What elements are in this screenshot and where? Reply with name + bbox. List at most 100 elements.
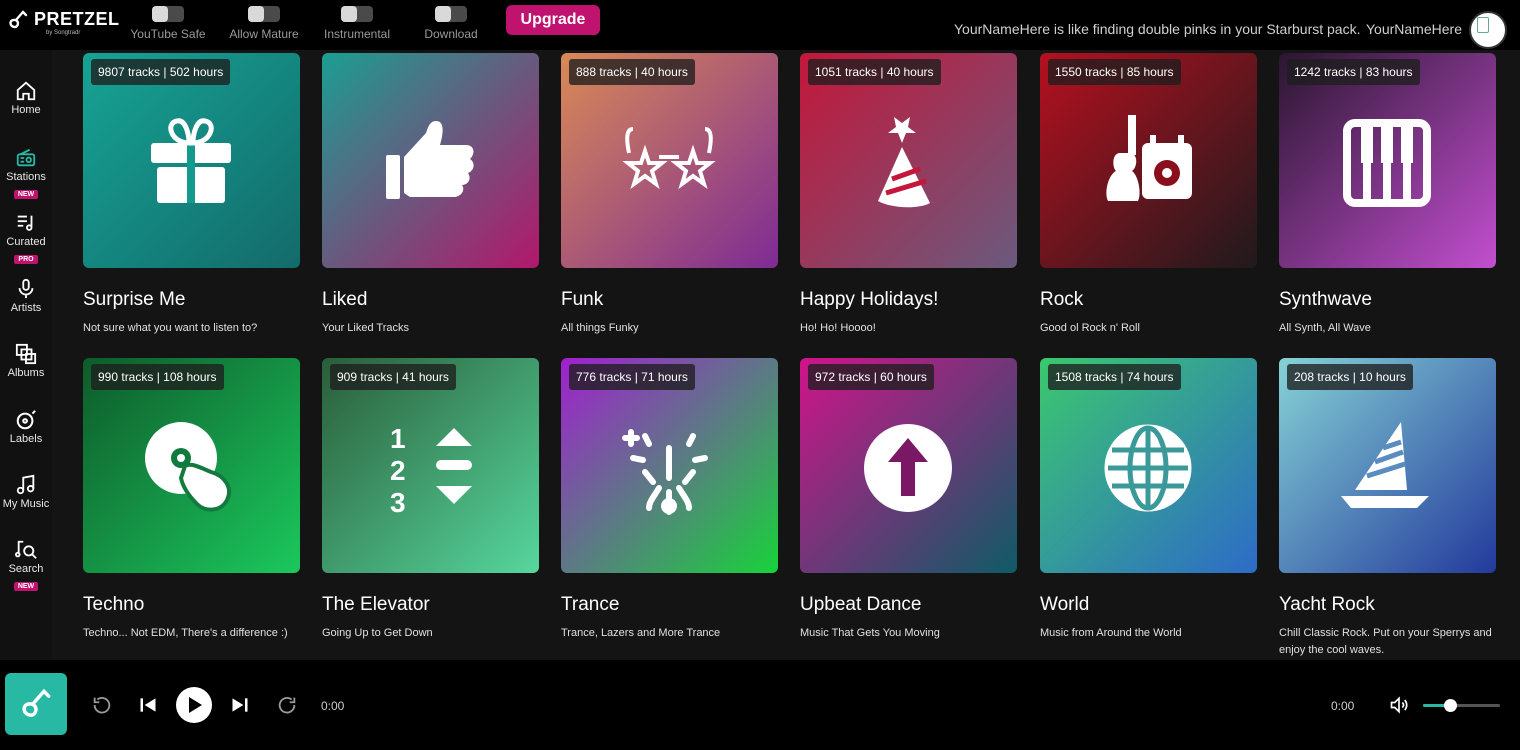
station-stats: 990 tracks | 108 hours xyxy=(91,364,224,390)
station-title: Upbeat Dance xyxy=(800,594,922,615)
station-card[interactable]: 990 tracks | 108 hours Techno Techno... … xyxy=(83,358,300,642)
station-title: Happy Holidays! xyxy=(800,289,939,310)
toggle-switch[interactable] xyxy=(248,6,280,22)
sidebar-item-label: Albums xyxy=(7,367,45,379)
username[interactable]: YourNameHere xyxy=(1366,21,1462,37)
station-title: The Elevator xyxy=(322,594,430,615)
volume-icon[interactable] xyxy=(1388,695,1410,715)
svg-text:1: 1 xyxy=(390,423,406,454)
guitar-amp-icon xyxy=(1106,115,1192,201)
station-stats: 909 tracks | 41 hours xyxy=(330,364,456,390)
station-tile[interactable]: 990 tracks | 108 hours xyxy=(83,358,300,573)
station-tile[interactable]: 1242 tracks | 83 hours xyxy=(1279,53,1496,268)
station-tile[interactable]: 1508 tracks | 74 hours xyxy=(1040,358,1257,573)
station-title: Trance xyxy=(561,594,620,615)
volume-slider[interactable] xyxy=(1423,699,1500,712)
download-toggle[interactable]: Download xyxy=(413,6,489,41)
station-stats: 9807 tracks | 502 hours xyxy=(91,59,231,85)
next-track-icon[interactable] xyxy=(229,695,251,715)
station-subtitle: Chill Classic Rock. Put on your Sperrys … xyxy=(1279,627,1492,656)
station-title: Surprise Me xyxy=(83,289,186,310)
sidebar-item-my-music[interactable]: My Music xyxy=(0,474,52,510)
sidebar-item-stations[interactable]: Stations NEW xyxy=(0,147,52,201)
pretzel-logo-icon xyxy=(22,688,51,717)
station-tile[interactable]: 208 tracks | 10 hours xyxy=(1279,358,1496,573)
sidebar-item-label: Search xyxy=(8,563,44,575)
header-message: YourNameHere is like finding double pink… xyxy=(954,21,1361,37)
sidebar-item-search[interactable]: Search NEW xyxy=(0,539,52,593)
new-badge: NEW xyxy=(13,582,39,591)
station-card[interactable]: 1508 tracks | 74 hours World Music from … xyxy=(1040,358,1257,642)
sidebar-item-curated[interactable]: Curated PRO xyxy=(0,212,52,266)
instrumental-toggle[interactable]: Instrumental xyxy=(319,6,395,41)
sidebar: Home Stations NEW Curated PRO Artists Al… xyxy=(0,50,52,660)
play-button[interactable] xyxy=(176,687,212,723)
sailboat-icon xyxy=(1341,422,1429,508)
station-subtitle: Music That Gets You Moving xyxy=(800,627,940,639)
station-card[interactable]: 9807 tracks | 502 hours Surprise Me Not … xyxy=(83,53,300,337)
now-playing-art[interactable] xyxy=(5,673,67,735)
toggle-switch[interactable] xyxy=(152,6,184,22)
pretzel-logo[interactable]: PRETZEL by Songtradr xyxy=(6,6,119,40)
station-tile[interactable]: 9807 tracks | 502 hours xyxy=(83,53,300,268)
station-subtitle: All things Funky xyxy=(561,322,639,334)
station-stats: 888 tracks | 40 hours xyxy=(569,59,695,85)
arrow-up-circle-icon xyxy=(864,424,952,512)
playlist-icon xyxy=(17,215,33,231)
station-card[interactable]: 1242 tracks | 83 hours Synthwave All Syn… xyxy=(1279,53,1496,337)
sidebar-item-label: My Music xyxy=(2,498,50,510)
station-tile[interactable]: 888 tracks | 40 hours xyxy=(561,53,778,268)
brand-name: PRETZEL xyxy=(34,9,120,29)
keyboard-icon xyxy=(1343,119,1431,207)
station-card[interactable]: 208 tracks | 10 hours Yacht Rock Chill C… xyxy=(1279,358,1496,659)
skip-forward-icon[interactable] xyxy=(276,694,298,716)
thumbs-up-icon xyxy=(386,121,474,199)
svg-text:2: 2 xyxy=(390,455,406,486)
station-card[interactable]: 888 tracks | 40 hours Funk All things Fu… xyxy=(561,53,778,337)
home-icon xyxy=(16,81,36,101)
upgrade-button[interactable]: Upgrade xyxy=(506,5,600,35)
station-title: Liked xyxy=(322,289,368,310)
sidebar-item-labels[interactable]: Labels xyxy=(0,409,52,445)
station-card[interactable]: 776 tracks | 71 hours Trance Trance, Laz… xyxy=(561,358,778,642)
station-title: Yacht Rock xyxy=(1279,594,1375,615)
station-card[interactable]: 1051 tracks | 40 hours Happy Holidays! H… xyxy=(800,53,1017,337)
replay-icon[interactable] xyxy=(91,694,113,716)
station-stats: 1051 tracks | 40 hours xyxy=(808,59,941,85)
station-subtitle: Your Liked Tracks xyxy=(322,322,410,334)
dj-disc-icon xyxy=(145,422,231,512)
toggle-label: YouTube Safe xyxy=(130,27,206,41)
sidebar-item-albums[interactable]: Albums xyxy=(0,343,52,379)
sidebar-item-label: Home xyxy=(11,104,41,116)
elapsed-time: 0:00 xyxy=(321,699,345,713)
toggle-label: Instrumental xyxy=(323,27,391,41)
sidebar-item-label: Artists xyxy=(10,302,42,314)
globe-icon xyxy=(1104,424,1192,512)
youtube-safe-toggle[interactable]: YouTube Safe xyxy=(130,6,206,41)
previous-track-icon[interactable] xyxy=(137,695,159,715)
radio-icon xyxy=(16,148,36,167)
station-subtitle: Good ol Rock n' Roll xyxy=(1040,322,1140,334)
station-tile[interactable] xyxy=(322,53,539,268)
avatar[interactable] xyxy=(1469,11,1507,49)
station-tile[interactable]: 1550 tracks | 85 hours xyxy=(1040,53,1257,268)
station-tile[interactable]: 972 tracks | 60 hours xyxy=(800,358,1017,573)
allow-mature-toggle[interactable]: Allow Mature xyxy=(226,6,302,41)
sidebar-item-artists[interactable]: Artists xyxy=(0,278,52,314)
volume-handle[interactable] xyxy=(1443,699,1457,712)
station-card[interactable]: Liked Your Liked Tracks xyxy=(322,53,539,337)
station-card[interactable]: 1550 tracks | 85 hours Rock Good ol Rock… xyxy=(1040,53,1257,337)
station-stats: 1242 tracks | 83 hours xyxy=(1287,59,1420,85)
pretzel-logo-icon xyxy=(9,10,28,29)
albums-icon xyxy=(15,343,37,365)
toggle-switch[interactable] xyxy=(435,6,467,22)
station-tile[interactable]: 123 909 tracks | 41 hours xyxy=(322,358,539,573)
station-card[interactable]: 123 909 tracks | 41 hours The Elevator G… xyxy=(322,358,539,642)
sidebar-item-home[interactable]: Home xyxy=(0,80,52,116)
toggle-switch[interactable] xyxy=(341,6,373,22)
station-card[interactable]: 972 tracks | 60 hours Upbeat Dance Music… xyxy=(800,358,1017,642)
elevator-icon: 123 xyxy=(390,423,472,518)
label-disc-icon xyxy=(16,410,36,430)
station-tile[interactable]: 1051 tracks | 40 hours xyxy=(800,53,1017,268)
station-tile[interactable]: 776 tracks | 71 hours xyxy=(561,358,778,573)
